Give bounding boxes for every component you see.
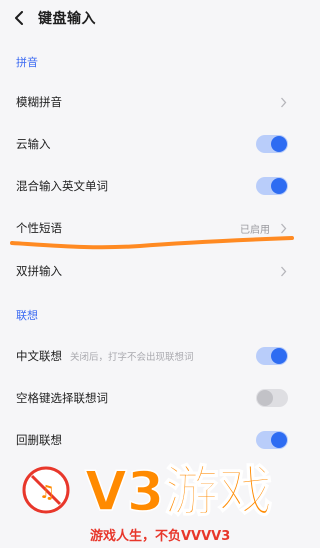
chevron-right-icon xyxy=(278,265,288,277)
watermark-slogan: 游戏人生，不负VVVV3 xyxy=(90,528,230,544)
space-select-toggle[interactable] xyxy=(256,389,288,407)
row-delete-lianxiang: 回删联想 xyxy=(0,420,300,460)
annotation-underline xyxy=(10,236,294,250)
chinese-lianxiang-toggle[interactable] xyxy=(256,347,288,365)
row-chinese-lianxiang: 中文联想 关闭后，打字不会出现联想词 xyxy=(0,336,300,376)
toggle-knob xyxy=(271,432,287,448)
toggle-knob xyxy=(271,348,287,364)
section-title-lianxiang: 联想 xyxy=(16,309,38,322)
toggle-knob xyxy=(257,390,273,406)
row-label: 空格键选择联想词 xyxy=(16,391,108,405)
row-shuangpin[interactable]: 双拼输入 xyxy=(0,251,300,291)
delete-lianxiang-toggle[interactable] xyxy=(256,431,288,449)
row-label: 中文联想 xyxy=(16,349,62,363)
v3-logo-icon: ♫ xyxy=(22,466,70,514)
watermark-brand: V3游戏 xyxy=(85,460,272,523)
row-space-select: 空格键选择联想词 xyxy=(0,378,300,418)
row-label: 双拼输入 xyxy=(16,264,62,278)
watermark: ♫ V3游戏 游戏人生，不负VVVV3 xyxy=(10,459,300,548)
row-description: 关闭后，打字不会出现联想词 xyxy=(70,352,194,363)
row-label: 回删联想 xyxy=(16,433,62,447)
svg-text:♫: ♫ xyxy=(39,482,55,503)
